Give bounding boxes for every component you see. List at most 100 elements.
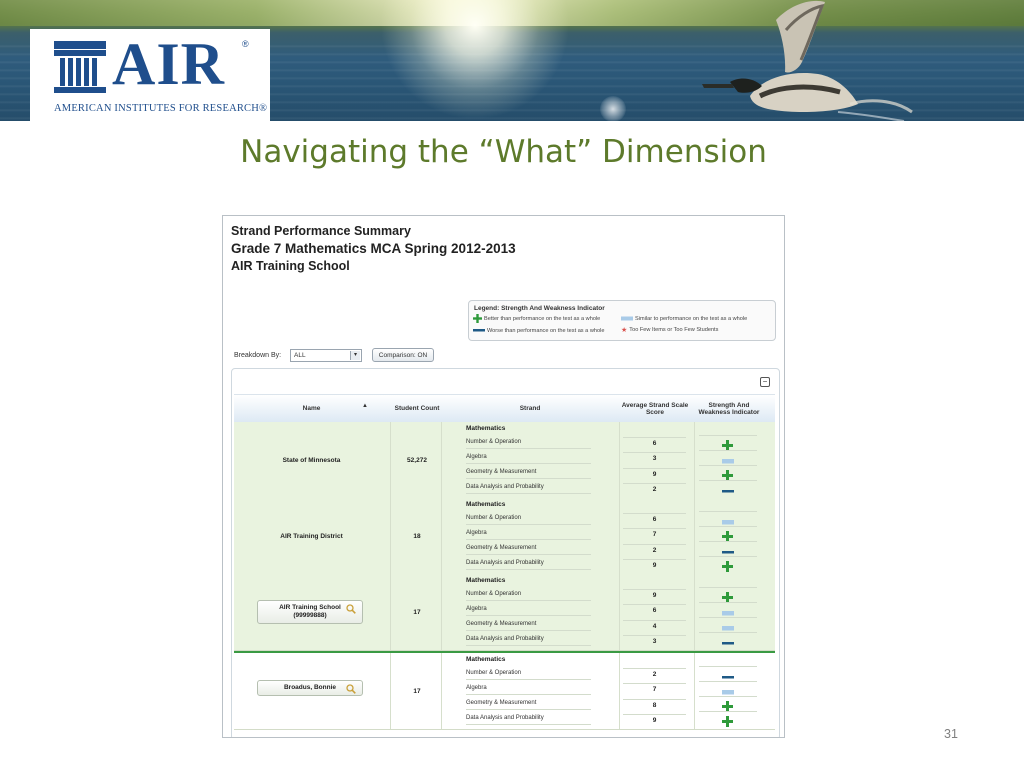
- column-header-indicator: Strength And Weakness Indicator: [698, 401, 760, 416]
- average-scale-score: 9: [623, 714, 686, 726]
- column-divider: [390, 574, 391, 650]
- logo-wordmark: AIR: [112, 31, 226, 97]
- slide-title: Navigating the “What” Dimension: [240, 134, 767, 170]
- entity-name: State of Minnesota: [282, 456, 341, 464]
- legend-item-worse: Worse than performance on the test as a …: [473, 326, 604, 335]
- legend: Legend: Strength And Weakness Indicator …: [468, 300, 776, 341]
- report-screenshot: Strand Performance Summary Grade 7 Mathe…: [222, 215, 785, 738]
- magnifier-icon[interactable]: [346, 684, 356, 694]
- strand-name: Data Analysis and Probability: [466, 482, 591, 494]
- legend-too-few-label: Too Few Items or Too Few Students: [629, 327, 719, 333]
- column-divider: [390, 422, 391, 498]
- dropdown-arrow-icon: ▾: [350, 351, 360, 360]
- indicator-cell: [699, 666, 757, 681]
- average-scale-score: 9: [623, 559, 686, 571]
- column-divider: [619, 498, 620, 574]
- column-divider: [390, 498, 391, 574]
- green-plus-icon: [722, 714, 733, 732]
- average-scale-score: 9: [623, 468, 686, 480]
- indicator-cell: [699, 450, 757, 465]
- red-star-icon: ★: [621, 327, 628, 334]
- average-scale-score: 2: [623, 668, 686, 680]
- column-header-name[interactable]: Name ▲: [234, 395, 389, 422]
- average-scale-score: 6: [623, 604, 686, 616]
- indicator-cell: [699, 556, 757, 572]
- strand-name: Algebra: [466, 604, 591, 616]
- magnifier-icon[interactable]: [346, 604, 356, 614]
- entity-details-button[interactable]: Broadus, Bonnie: [257, 680, 363, 696]
- comparison-toggle-button[interactable]: Comparison: ON: [372, 348, 434, 362]
- legend-item-too-few: ★ Too Few Items or Too Few Students: [621, 326, 718, 334]
- average-scale-score: 3: [623, 452, 686, 464]
- green-plus-icon: [473, 314, 482, 323]
- indicator-cell: [699, 526, 757, 542]
- strand-name: Number & Operation: [466, 513, 591, 525]
- page-number: 31: [944, 727, 958, 741]
- indicator-cell: [699, 435, 757, 451]
- student-count-value: 17: [413, 608, 421, 616]
- strand-name: Algebra: [466, 683, 591, 695]
- logo-registered-mark: ®: [242, 39, 249, 49]
- average-scale-score: 3: [623, 635, 686, 647]
- subject-label: Mathematics: [466, 577, 506, 584]
- table-group-row: Broadus, Bonnie 17 Mathematics Number & Ope…: [234, 651, 775, 730]
- legend-item-similar: Similar to performance on the test as a …: [621, 314, 747, 323]
- average-scale-score: 2: [623, 544, 686, 556]
- column-divider: [619, 422, 620, 498]
- indicator-cell: [699, 587, 757, 603]
- strand-name: Data Analysis and Probability: [466, 634, 591, 646]
- average-scale-score: 4: [623, 620, 686, 632]
- legend-worse-label: Worse than performance on the test as a …: [487, 327, 605, 334]
- indicator-cell: [699, 617, 757, 632]
- student-count-value: 18: [413, 532, 421, 540]
- column-divider: [619, 574, 620, 650]
- strand-name: Algebra: [466, 452, 591, 464]
- table-group-row: AIR Training District 18 Mathematics Number…: [234, 498, 775, 575]
- light-blue-bar-icon: [621, 316, 633, 321]
- subject-label: Mathematics: [466, 501, 506, 508]
- strand-name: Geometry & Measurement: [466, 543, 591, 555]
- average-scale-score: 2: [623, 483, 686, 495]
- legend-better-label: Better than performance on the test as a…: [484, 315, 601, 322]
- report-school: AIR Training School: [231, 259, 350, 273]
- sort-arrow-icon[interactable]: ▲: [362, 403, 368, 410]
- strand-table: − Name ▲ Student Count Strand Average St…: [231, 368, 780, 737]
- legend-title: Legend: Strength And Weakness Indicator: [474, 305, 605, 312]
- strand-name: Algebra: [466, 528, 591, 540]
- indicator-cell: [699, 632, 757, 647]
- strand-name: Geometry & Measurement: [466, 619, 591, 631]
- column-divider: [694, 422, 695, 498]
- collapse-icon[interactable]: −: [760, 377, 770, 387]
- column-header-strand: Strand: [519, 405, 541, 412]
- air-columns-icon: [54, 41, 106, 93]
- column-header-average-score: Average Strand Scale Score: [621, 401, 689, 416]
- breakdown-selected-value: ALL: [294, 352, 306, 359]
- air-logo: AIR ® AMERICAN INSTITUTES FOR RESEARCH®: [30, 29, 270, 121]
- report-subtitle: Grade 7 Mathematics MCA Spring 2012-2013: [231, 241, 516, 256]
- column-header-student-count: Student Count: [394, 405, 440, 412]
- logo-tagline: AMERICAN INSTITUTES FOR RESEARCH®: [54, 103, 268, 114]
- table-group-row: AIR Training School (99999888) 17 Mathemati…: [234, 574, 775, 651]
- average-scale-score: 8: [623, 699, 686, 711]
- strand-name: Geometry & Measurement: [466, 698, 591, 710]
- breakdown-label: Breakdown By:: [234, 352, 282, 359]
- breakdown-select[interactable]: ALL ▾: [290, 349, 362, 362]
- average-scale-score: 6: [623, 437, 686, 449]
- table-header: Name ▲ Student Count Strand Average Stra…: [234, 394, 775, 423]
- student-count-value: 52,272: [407, 456, 427, 464]
- indicator-cell: [699, 681, 757, 696]
- column-divider: [694, 653, 695, 729]
- subject-label: Mathematics: [466, 425, 506, 432]
- indicator-cell: [699, 480, 757, 495]
- entity-details-button[interactable]: AIR Training School (99999888): [257, 600, 363, 624]
- column-divider: [619, 653, 620, 729]
- strand-name: Number & Operation: [466, 668, 591, 680]
- average-scale-score: 6: [623, 513, 686, 525]
- indicator-cell: [699, 541, 757, 556]
- average-scale-score: 9: [623, 589, 686, 601]
- indicator-cell: [699, 511, 757, 526]
- indicator-cell: [699, 711, 757, 727]
- subject-label: Mathematics: [466, 656, 506, 663]
- student-count-value: 17: [413, 687, 421, 695]
- strand-name: Data Analysis and Probability: [466, 558, 591, 570]
